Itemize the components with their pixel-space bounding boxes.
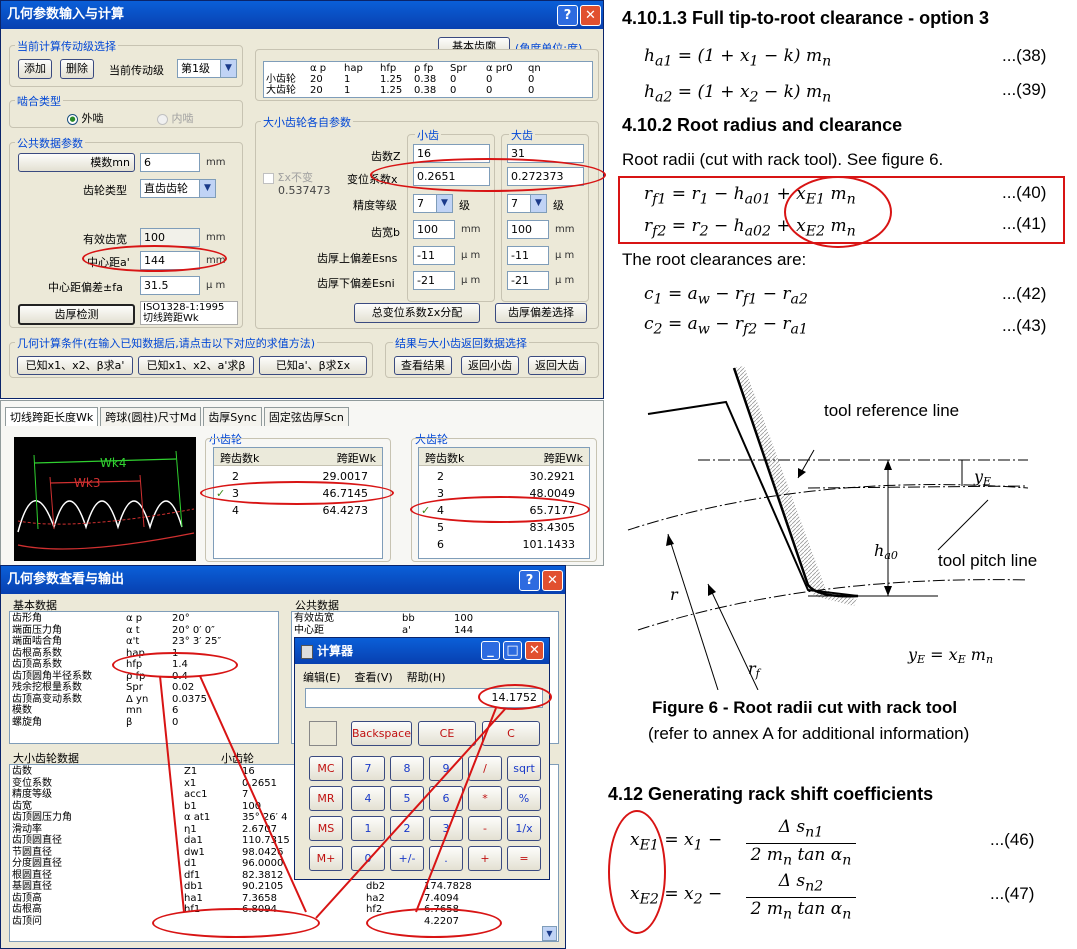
annotation-lines	[159, 675, 507, 919]
